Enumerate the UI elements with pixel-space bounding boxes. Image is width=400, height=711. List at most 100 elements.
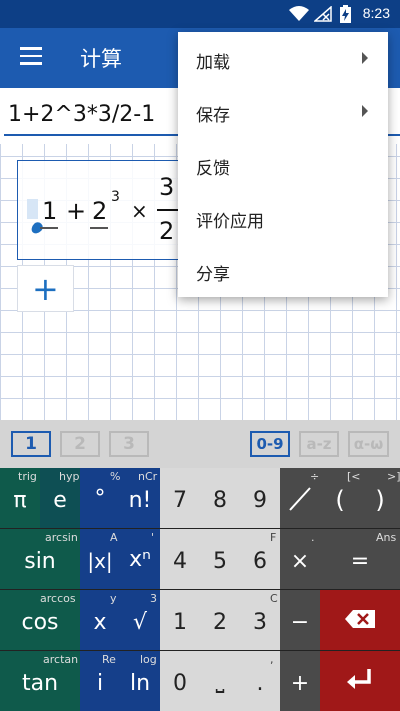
menu-item-share[interactable]: 分享	[178, 244, 388, 297]
key-4[interactable]: 4	[160, 529, 200, 589]
keyboard-tabs: 1 2 3 0-9 a-z α-ω	[0, 420, 400, 468]
fraction-slash-icon	[289, 487, 311, 511]
menu-item-feedback[interactable]: 反馈	[178, 138, 388, 191]
key-pi[interactable]: trig π	[0, 468, 40, 528]
key-cos[interactable]: arccos cos	[0, 590, 80, 650]
key-enter[interactable]	[320, 651, 400, 711]
key-pi-label: π	[13, 488, 27, 513]
key-x[interactable]: y x	[80, 590, 120, 650]
key-i[interactable]: Re i	[80, 651, 120, 711]
status-bar: 8:23	[0, 0, 400, 28]
key-1-label: 1	[173, 610, 187, 635]
key-sin[interactable]: arcsin sin	[0, 529, 80, 589]
key-ln-label: ln	[129, 671, 151, 696]
key-3[interactable]: B C 3	[240, 590, 280, 650]
key-sqrt-sub: 3	[150, 592, 157, 605]
menu-item-rate-app[interactable]: 评价应用	[178, 191, 388, 244]
overflow-menu: 加载 保存 反馈 评价应用 分享	[178, 32, 388, 297]
key-cos-sub: arccos	[40, 592, 76, 605]
key-7-label: 7	[173, 488, 187, 513]
battery-charging-icon	[340, 5, 351, 23]
space-icon: ⎵	[215, 669, 225, 694]
key-power[interactable]: ' xⁿ	[120, 529, 160, 589]
key-2[interactable]: A 2	[200, 590, 240, 650]
formula-exponent: 3	[111, 189, 120, 205]
key-sqrt[interactable]: 3 √	[120, 590, 160, 650]
menu-item-load[interactable]: 加载	[178, 32, 388, 85]
key-tan-sub: arctan	[43, 653, 79, 666]
key-minus[interactable]: −	[280, 590, 320, 650]
key-5[interactable]: D 5	[200, 529, 240, 589]
key-7[interactable]: 7	[160, 468, 200, 528]
hamburger-icon[interactable]	[20, 47, 42, 65]
key-9[interactable]: 9	[240, 468, 280, 528]
key-dot[interactable]: , .	[240, 651, 280, 711]
key-3-sub: C	[270, 592, 278, 605]
key-6[interactable]: E F 6	[240, 529, 280, 589]
formula-plus: +	[66, 197, 87, 225]
key-equals-sub: Ans	[376, 531, 397, 544]
plus-icon: +	[32, 270, 59, 308]
key-1[interactable]: 1	[160, 590, 200, 650]
formula-times: ×	[131, 199, 148, 223]
key-dot-label: .	[256, 671, 264, 696]
key-plus-label: +	[290, 671, 310, 696]
math-keyboard: trig π hyp e % ° nCr n! 7 8 9 ÷ [< ( >] …	[0, 468, 400, 711]
tab-mode-latin[interactable]: a-z	[299, 431, 339, 457]
key-plus[interactable]: +	[280, 651, 320, 711]
key-multiply-sub: .	[311, 531, 315, 544]
key-e[interactable]: hyp e	[40, 468, 80, 528]
key-factorial[interactable]: nCr n!	[120, 468, 160, 528]
key-factorial-sub: nCr	[138, 470, 158, 483]
key-close-paren[interactable]: >] )	[360, 468, 400, 528]
expression-text[interactable]: 1+2^3*3/2-1	[8, 102, 155, 127]
key-equals[interactable]: Ans =	[320, 529, 400, 589]
backspace-icon	[345, 610, 375, 628]
key-pi-sub: trig	[18, 470, 37, 483]
key-4-label: 4	[173, 549, 187, 574]
key-e-label: e	[53, 488, 67, 513]
menu-item-save[interactable]: 保存	[178, 85, 388, 138]
formula-denominator: 2	[159, 217, 175, 245]
tab-mode-greek[interactable]: α-ω	[348, 431, 389, 457]
key-power-label: xⁿ	[129, 547, 151, 572]
key-e-sub: hyp	[59, 470, 80, 483]
tab-page-2[interactable]: 2	[60, 431, 100, 457]
key-tan[interactable]: arctan tan	[0, 651, 80, 711]
key-multiply-label: ×	[290, 549, 310, 574]
key-open-paren[interactable]: [< (	[320, 468, 360, 528]
key-5-label: 5	[213, 549, 227, 574]
key-space[interactable]: ⎵	[200, 651, 240, 711]
submenu-arrow-icon	[362, 105, 368, 117]
key-abs[interactable]: A |x|	[80, 529, 120, 589]
key-open-paren-sub: [<	[347, 470, 360, 483]
key-degree[interactable]: % °	[80, 468, 120, 528]
key-3-label: 3	[253, 610, 267, 635]
key-abs-label: |x|	[87, 549, 113, 573]
tab-mode-digits[interactable]: 0-9	[250, 431, 290, 457]
key-x-sub: y	[110, 592, 117, 605]
tab-page-3[interactable]: 3	[109, 431, 149, 457]
tab-page-1[interactable]: 1	[11, 431, 51, 457]
key-0[interactable]: 0	[160, 651, 200, 711]
formula-underline	[40, 227, 58, 229]
key-8-label: 8	[213, 488, 227, 513]
key-backspace[interactable]	[320, 590, 400, 650]
enter-icon	[347, 669, 371, 689]
key-dot-sub: ,	[270, 653, 274, 666]
formula-base: 2	[92, 197, 108, 225]
key-ln[interactable]: log ln	[120, 651, 160, 711]
no-signal-icon	[314, 6, 332, 22]
key-2-label: 2	[213, 610, 227, 635]
key-ln-sub: log	[140, 653, 157, 666]
key-factorial-label: n!	[128, 488, 152, 513]
key-minus-label: −	[290, 610, 310, 635]
key-multiply[interactable]: . ×	[280, 529, 320, 589]
key-8[interactable]: 8	[200, 468, 240, 528]
key-6-label: 6	[253, 549, 267, 574]
add-row-button[interactable]: +	[17, 265, 74, 312]
key-sin-label: sin	[24, 549, 56, 574]
key-fraction[interactable]: ÷	[280, 468, 320, 528]
formula-underline	[90, 227, 108, 229]
key-close-paren-label: )	[375, 486, 385, 514]
